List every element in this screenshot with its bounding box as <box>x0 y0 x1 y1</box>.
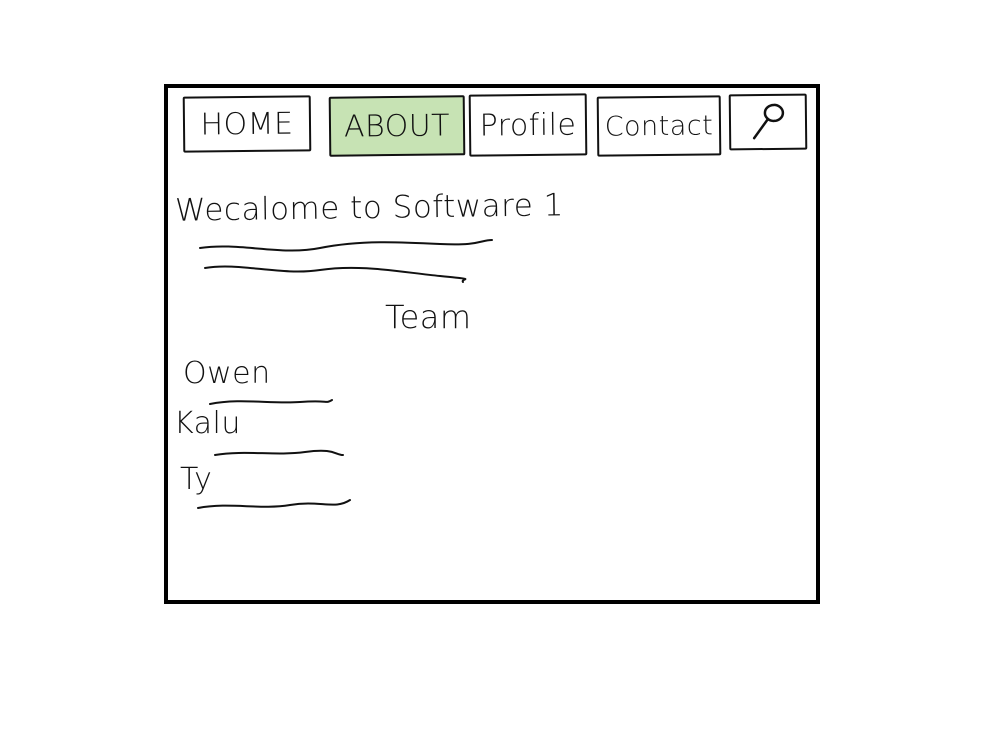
search-icon <box>752 103 785 140</box>
tab-profile[interactable]: Profile <box>468 93 588 157</box>
wireframe-window <box>164 84 820 604</box>
team-member-name: Kalu <box>174 406 241 441</box>
team-heading: Team <box>385 298 472 336</box>
tab-home[interactable]: HOME <box>182 95 312 153</box>
team-member-name: Owen <box>183 356 271 391</box>
welcome-heading: Wecalome to Software 1 <box>174 187 565 229</box>
tab-about[interactable]: ABOUT <box>328 95 466 157</box>
search-button[interactable] <box>728 93 808 151</box>
team-member-name: Ty <box>180 462 213 497</box>
tab-contact[interactable]: Contact <box>596 95 722 157</box>
